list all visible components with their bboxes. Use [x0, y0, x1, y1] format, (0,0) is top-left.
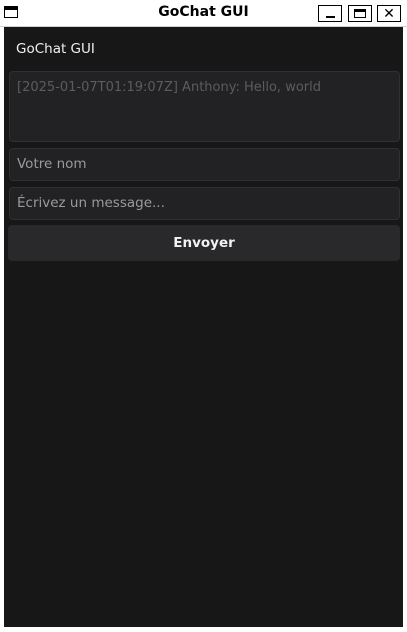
- name-placeholder: Votre nom: [17, 156, 87, 172]
- minimize-icon: [325, 16, 335, 18]
- title-bar: GoChat GUI ✕: [0, 0, 407, 27]
- log-entry: [2025-01-07T01:19:07Z] Anthony: Hello, w…: [17, 80, 321, 95]
- close-icon: ✕: [383, 5, 395, 22]
- app-heading: GoChat GUI: [16, 41, 95, 57]
- send-button-label: Envoyer: [173, 235, 235, 251]
- message-log[interactable]: [2025-01-07T01:19:07Z] Anthony: Hello, w…: [9, 71, 400, 142]
- window-title: GoChat GUI: [158, 4, 249, 20]
- maximize-icon: [354, 9, 366, 18]
- close-button[interactable]: ✕: [377, 5, 401, 22]
- app-body: GoChat GUI [2025-01-07T01:19:07Z] Anthon…: [4, 27, 403, 627]
- send-button[interactable]: Envoyer: [8, 225, 400, 261]
- name-input[interactable]: Votre nom: [9, 148, 400, 181]
- maximize-button[interactable]: [348, 5, 372, 22]
- window-bottom-border: [0, 627, 407, 632]
- message-placeholder: Écrivez un message...: [17, 195, 165, 211]
- message-input[interactable]: Écrivez un message...: [9, 187, 400, 220]
- minimize-button[interactable]: [318, 5, 342, 22]
